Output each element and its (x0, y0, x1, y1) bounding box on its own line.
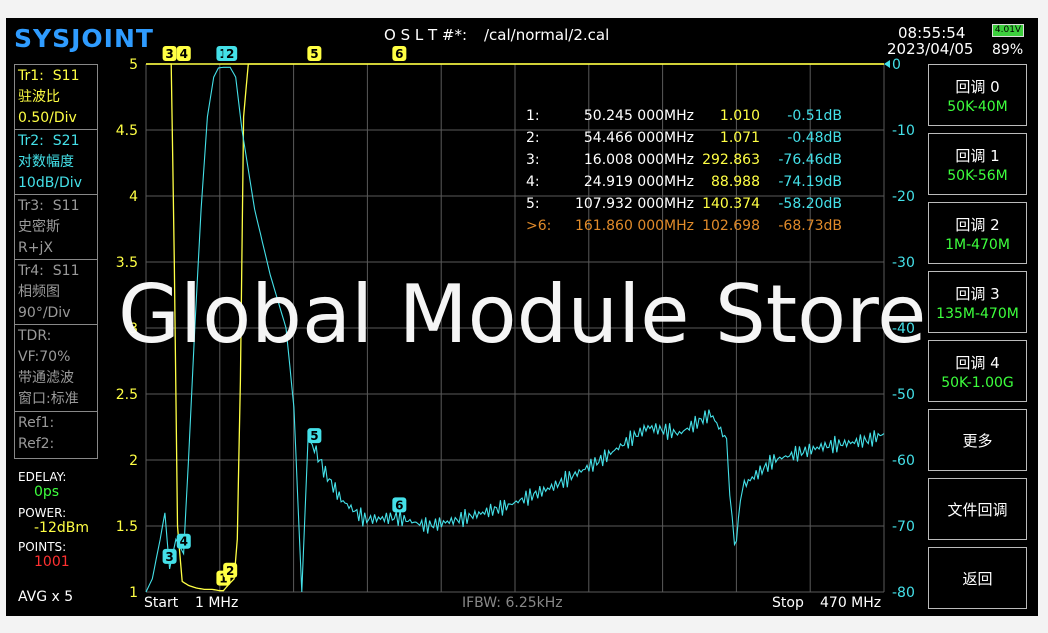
marker-flag-label: 4 (180, 535, 188, 549)
left-axis-tick: 2 (129, 453, 138, 469)
softkey-label: 返回 (962, 569, 993, 588)
recall-4-button[interactable]: 回调 4 50K-1.00G (928, 340, 1027, 402)
marker-flag-label: 6 (395, 47, 403, 61)
ifbw-value: IFBW: 6.25kHz (462, 595, 563, 611)
stop-value: 470 MHz (820, 595, 882, 611)
back-button[interactable]: 返回 (928, 547, 1027, 609)
right-axis-tick: -70 (892, 519, 915, 535)
right-axis-tick: -10 (892, 123, 915, 139)
reference-arrow-icon (884, 60, 890, 68)
marker-flag-label: 4 (180, 47, 188, 61)
softkey-label: 回调 2 (955, 215, 1000, 234)
softkey-label: 回调 0 (955, 77, 1000, 96)
marker-flag-label: 3 (165, 550, 173, 564)
marker-flag-label: 2 (226, 564, 234, 578)
softkey-label: 回调 1 (955, 146, 1000, 165)
softkey-label: 文件回调 (947, 500, 1008, 519)
marker-freq: 50.245 000MHz (583, 108, 694, 124)
marker-id: 1: (526, 108, 540, 124)
marker-v2: -74.19dB (778, 174, 842, 190)
marker-flag-label: 3 (165, 47, 173, 61)
softkey-label: 回调 4 (955, 353, 1000, 372)
right-axis-tick: -60 (892, 453, 915, 469)
marker-v2: -58.20dB (778, 196, 842, 212)
right-axis-tick: 0 (892, 57, 901, 73)
vna-screen: SYSJOINT O S L T #*: /cal/normal/2.cal 0… (6, 18, 1038, 616)
marker-id: >6: (526, 218, 552, 234)
start-label: Start (144, 595, 179, 611)
marker-id: 2: (526, 130, 540, 146)
softkey-sub: 50K-56M (947, 167, 1008, 184)
marker-id: 4: (526, 174, 540, 190)
marker-flag-label: 5 (310, 47, 318, 61)
marker-v2: -68.73dB (778, 218, 842, 234)
recall-0-button[interactable]: 回调 0 50K-40M (928, 64, 1027, 126)
marker-v2: -0.48dB (787, 130, 842, 146)
marker-freq: 16.008 000MHz (583, 152, 694, 168)
more-button[interactable]: 更多 (928, 409, 1027, 471)
marker-freq: 161.860 000MHz (574, 218, 694, 234)
left-axis-tick: 4.5 (116, 123, 138, 139)
file-recall-button[interactable]: 文件回调 (928, 478, 1027, 540)
marker-v1: 1.071 (719, 130, 760, 146)
recall-2-button[interactable]: 回调 2 1M-470M (928, 202, 1027, 264)
left-axis-tick: 5 (129, 57, 138, 73)
softkey-sub: 135M-470M (936, 305, 1019, 322)
marker-flag-label: 2 (226, 47, 234, 61)
marker-v1: 88.988 (711, 174, 760, 190)
marker-v1: 1.010 (719, 108, 760, 124)
softkey-sub: 1M-470M (945, 236, 1010, 253)
right-axis-tick: -80 (892, 585, 915, 601)
marker-v2: -0.51dB (787, 108, 842, 124)
marker-v1: 102.698 (702, 218, 760, 234)
left-axis-tick: 2.5 (116, 387, 138, 403)
marker-flag-label: 5 (310, 429, 318, 443)
marker-flag-label: 6 (395, 498, 403, 512)
softkey-label: 更多 (962, 431, 993, 450)
softkey-sub: 50K-1.00G (941, 374, 1014, 391)
start-value: 1 MHz (195, 595, 239, 611)
marker-v1: 292.863 (702, 152, 760, 168)
marker-v2: -76.46dB (778, 152, 842, 168)
softkey-sub: 50K-40M (947, 98, 1008, 115)
marker-freq: 107.932 000MHz (574, 196, 694, 212)
marker-freq: 54.466 000MHz (583, 130, 694, 146)
marker-id: 3: (526, 152, 540, 168)
marker-id: 5: (526, 196, 540, 212)
softkey-label: 回调 3 (955, 284, 1000, 303)
left-axis-tick: 1.5 (116, 519, 138, 535)
watermark: Global Module Store (118, 268, 927, 361)
left-axis-tick: 1 (129, 585, 138, 601)
right-axis-tick: -20 (892, 189, 915, 205)
recall-3-button[interactable]: 回调 3 135M-470M (928, 271, 1027, 333)
right-axis-tick: -50 (892, 387, 915, 403)
stop-label: Stop (772, 595, 804, 611)
recall-1-button[interactable]: 回调 1 50K-56M (928, 133, 1027, 195)
left-axis-tick: 4 (129, 189, 138, 205)
marker-v1: 140.374 (702, 196, 760, 212)
marker-freq: 24.919 000MHz (583, 174, 694, 190)
